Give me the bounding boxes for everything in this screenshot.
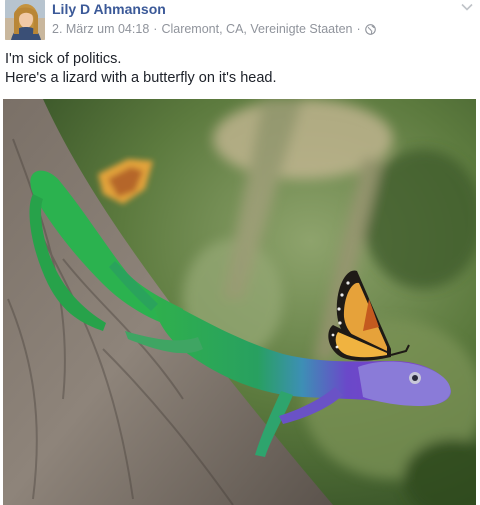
post-header: Lily D Ahmanson 2. März um 04:18 · Clare… bbox=[0, 0, 480, 44]
post-photo[interactable] bbox=[3, 99, 476, 505]
meta-separator-2: · bbox=[356, 22, 361, 36]
globe-icon[interactable] bbox=[364, 23, 376, 35]
post-location[interactable]: Claremont, CA, Vereinigte Staaten bbox=[161, 22, 352, 36]
feed-post: Lily D Ahmanson 2. März um 04:18 · Clare… bbox=[0, 0, 480, 505]
meta-separator: · bbox=[153, 22, 158, 36]
post-text-line: Here's a lizard with a butterfly on it's… bbox=[5, 70, 277, 86]
post-meta: 2. März um 04:18 · Claremont, CA, Verein… bbox=[52, 22, 376, 36]
post-text: I'm sick of politics. Here's a lizard wi… bbox=[5, 50, 475, 88]
post-timestamp[interactable]: 2. März um 04:18 bbox=[52, 22, 149, 36]
avatar[interactable] bbox=[5, 0, 45, 40]
chevron-down-icon[interactable] bbox=[460, 0, 474, 14]
post-text-line: I'm sick of politics. bbox=[5, 51, 122, 67]
author-name-link[interactable]: Lily D Ahmanson bbox=[52, 1, 166, 17]
